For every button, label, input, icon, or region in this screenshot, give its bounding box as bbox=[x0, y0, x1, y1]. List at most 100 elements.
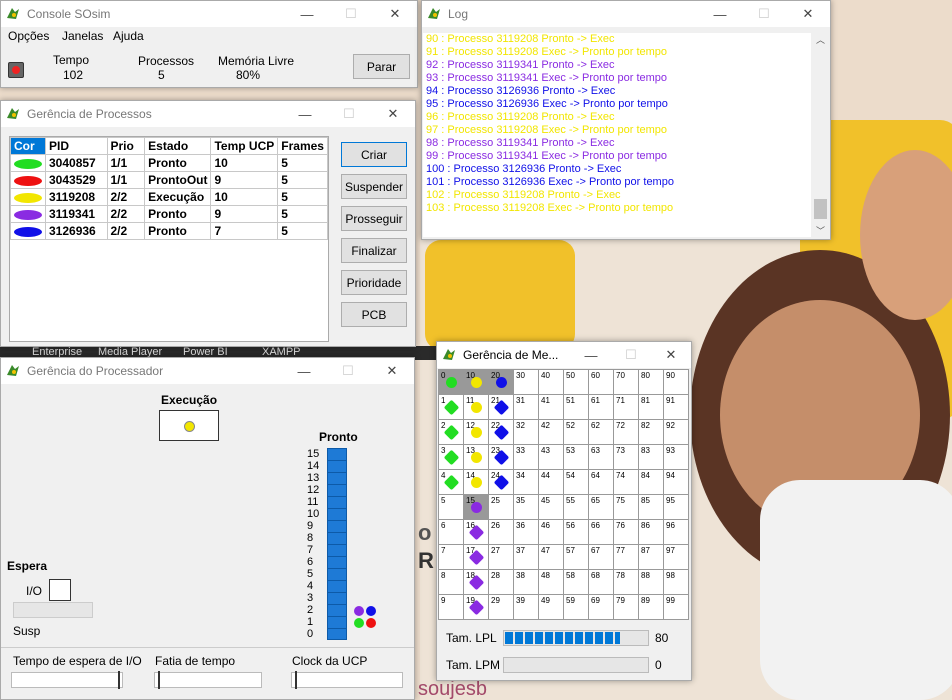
memory-frame: 79 bbox=[614, 595, 639, 620]
maximize-icon[interactable]: ☐ bbox=[742, 1, 786, 27]
col-header-5[interactable]: Frames bbox=[277, 137, 328, 155]
maximize-icon[interactable]: ☐ bbox=[327, 101, 371, 127]
log-scrollbar[interactable]: ︿ ﹀ bbox=[812, 33, 829, 237]
menu-opcoes[interactable]: Opções bbox=[8, 29, 49, 43]
queue-number: 7 bbox=[307, 544, 314, 556]
log-line: 92 : Processo 3119341 Pronto -> Exec bbox=[426, 59, 615, 71]
log-line: 96 : Processo 3119208 Pronto -> Exec bbox=[426, 111, 615, 123]
menu-ajuda[interactable]: Ajuda bbox=[113, 29, 144, 43]
color-cell bbox=[10, 188, 46, 206]
log-titlebar[interactable]: Log — ☐ ✕ bbox=[422, 1, 830, 27]
cpu-titlebar[interactable]: Gerência do Processador — ☐ ✕ bbox=[1, 358, 414, 384]
clock-slider[interactable] bbox=[291, 671, 403, 689]
time-slice-slider[interactable] bbox=[154, 671, 262, 689]
log-line: 101 : Processo 3126936 Exec -> Pronto po… bbox=[426, 176, 674, 188]
memory-frame: 44 bbox=[539, 470, 564, 495]
close-icon[interactable]: ✕ bbox=[786, 1, 830, 27]
memory-frame: 34 bbox=[514, 470, 539, 495]
cell-frames: 5 bbox=[277, 222, 328, 240]
minimize-icon[interactable]: — bbox=[285, 1, 329, 27]
process-window: Gerência de Processos — ☐ ✕ Cor PID Prio Esta… bbox=[0, 100, 416, 347]
close-icon[interactable]: ✕ bbox=[371, 101, 415, 127]
frame-process-dot bbox=[471, 477, 482, 488]
close-icon[interactable]: ✕ bbox=[373, 1, 417, 27]
log-line: 99 : Processo 3119341 Exec -> Pronto por… bbox=[426, 150, 668, 162]
table-row[interactable]: 3040857 1/1 Pronto 10 5 bbox=[10, 154, 328, 172]
memory-titlebar[interactable]: Gerência de Me... — ☐ ✕ bbox=[437, 342, 691, 368]
cell-pid: 3126936 bbox=[45, 222, 108, 240]
log-line: 98 : Processo 3119341 Pronto -> Exec bbox=[426, 137, 615, 149]
table-row[interactable]: 3119208 2/2 Execução 10 5 bbox=[10, 188, 328, 206]
log-line: 102 : Processo 3119208 Pronto -> Exec bbox=[426, 189, 621, 201]
record-icon[interactable] bbox=[8, 62, 24, 78]
memory-frame: 29 bbox=[489, 595, 514, 620]
process-button-4[interactable]: Prioridade bbox=[341, 270, 407, 295]
memory-frame: 3 bbox=[439, 445, 464, 470]
memory-frame: 36 bbox=[514, 520, 539, 545]
console-window: Console SOsim — ☐ ✕ Opções Janelas Ajuda T… bbox=[0, 0, 418, 88]
io-box bbox=[49, 579, 71, 601]
minimize-icon[interactable]: — bbox=[283, 101, 327, 127]
queue-number: 11 bbox=[307, 496, 319, 508]
memory-frame: 52 bbox=[564, 420, 589, 445]
frame-number: 47 bbox=[541, 546, 550, 555]
log-list: 90 : Processo 3119208 Pronto -> Exec 91 :… bbox=[423, 33, 811, 237]
frame-number: 39 bbox=[516, 596, 525, 605]
log-line: 97 : Processo 3119208 Exec -> Pronto por… bbox=[426, 124, 668, 136]
frame-process-dot bbox=[443, 449, 460, 466]
table-row[interactable]: 3126936 2/2 Pronto 7 5 bbox=[10, 222, 328, 240]
cell-pid: 3119208 bbox=[45, 188, 108, 206]
console-title: Console SOsim bbox=[27, 7, 111, 21]
process-button-3[interactable]: Finalizar bbox=[341, 238, 407, 263]
frame-number: 83 bbox=[641, 446, 650, 455]
col-header-0[interactable]: Cor bbox=[10, 137, 46, 155]
memory-frame: 64 bbox=[589, 470, 614, 495]
col-header-1[interactable]: PID bbox=[45, 137, 108, 155]
maximize-icon[interactable]: ☐ bbox=[326, 358, 370, 384]
maximize-icon[interactable]: ☐ bbox=[329, 1, 373, 27]
minimize-icon[interactable]: — bbox=[698, 1, 742, 27]
cell-estado: Pronto bbox=[144, 154, 212, 172]
close-icon[interactable]: ✕ bbox=[651, 342, 691, 368]
memory-frame: 93 bbox=[664, 445, 689, 470]
time-slice-slider-label: Fatia de tempo bbox=[155, 654, 236, 668]
memory-frame: 41 bbox=[539, 395, 564, 420]
table-row[interactable]: 3119341 2/2 Pronto 9 5 bbox=[10, 205, 328, 223]
minimize-icon[interactable]: — bbox=[571, 342, 611, 368]
frame-number: 57 bbox=[566, 546, 575, 555]
scroll-up-icon[interactable]: ︿ bbox=[812, 33, 829, 46]
console-titlebar[interactable]: Console SOsim — ☐ ✕ bbox=[1, 1, 417, 27]
lpm-label: Tam. LPM bbox=[446, 658, 501, 672]
frame-number: 36 bbox=[516, 521, 525, 530]
frame-number: 80 bbox=[641, 371, 650, 380]
parar-button[interactable]: Parar bbox=[353, 54, 410, 79]
process-button-2[interactable]: Prosseguir bbox=[341, 206, 407, 231]
process-button-0[interactable]: Criar bbox=[341, 142, 407, 167]
memory-frame: 10 bbox=[464, 370, 489, 395]
io-wait-slider[interactable] bbox=[11, 671, 123, 689]
scroll-down-icon[interactable]: ﹀ bbox=[812, 224, 829, 237]
table-row[interactable]: 3043529 1/1 ProntoOut 9 5 bbox=[10, 171, 328, 189]
frame-number: 99 bbox=[666, 596, 675, 605]
col-header-2[interactable]: Prio bbox=[106, 137, 146, 155]
memory-frame: 24 bbox=[489, 470, 514, 495]
cell-temp: 9 bbox=[210, 171, 279, 189]
memory-frame: 67 bbox=[589, 545, 614, 570]
frame-number: 78 bbox=[616, 571, 625, 580]
frame-number: 33 bbox=[516, 446, 525, 455]
maximize-icon[interactable]: ☐ bbox=[611, 342, 651, 368]
memory-frame: 19 bbox=[464, 595, 489, 620]
close-icon[interactable]: ✕ bbox=[370, 358, 414, 384]
minimize-icon[interactable]: — bbox=[282, 358, 326, 384]
col-header-4[interactable]: Temp UCP bbox=[210, 137, 279, 155]
menu-janelas[interactable]: Janelas bbox=[62, 29, 103, 43]
process-button-5[interactable]: PCB bbox=[341, 302, 407, 327]
scroll-thumb[interactable] bbox=[814, 199, 827, 219]
queue-number: 9 bbox=[307, 520, 314, 532]
frame-number: 64 bbox=[591, 471, 600, 480]
process-button-1[interactable]: Suspender bbox=[341, 174, 407, 199]
frame-number: 96 bbox=[666, 521, 675, 530]
col-header-3[interactable]: Estado bbox=[144, 137, 212, 155]
process-titlebar[interactable]: Gerência de Processos — ☐ ✕ bbox=[1, 101, 415, 127]
frame-number: 4 bbox=[441, 471, 446, 480]
